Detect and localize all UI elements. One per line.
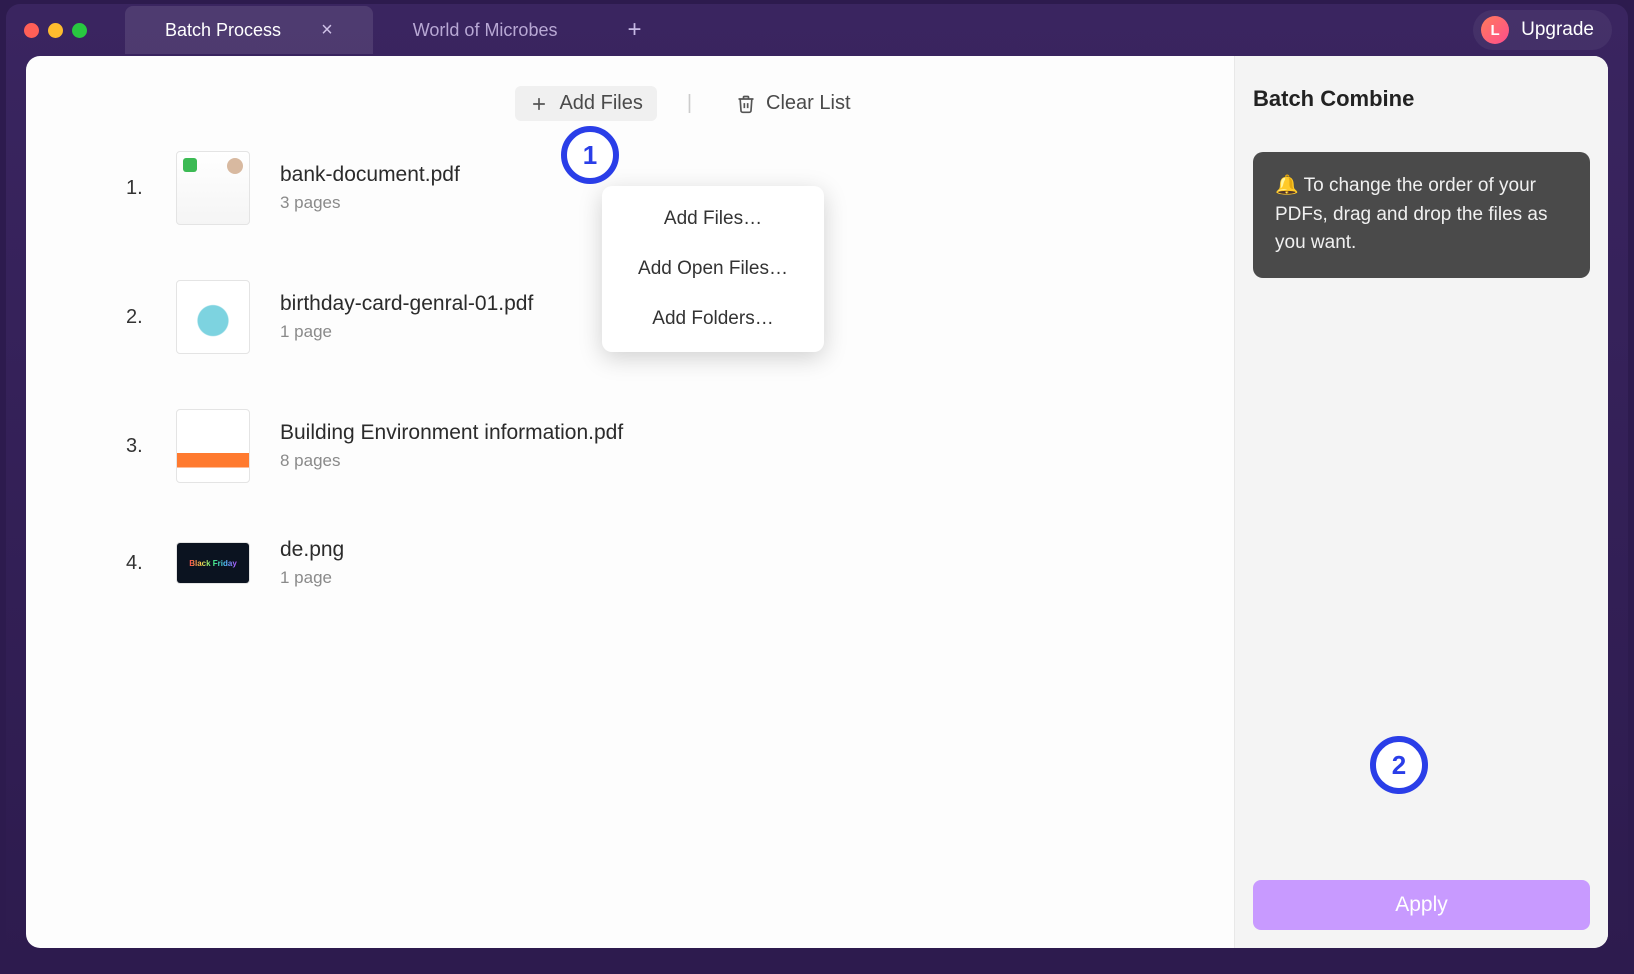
window-controls (24, 23, 87, 38)
tab-label: World of Microbes (413, 20, 558, 41)
dropdown-add-open-files[interactable]: Add Open Files… (602, 244, 824, 294)
clear-list-label: Clear List (766, 92, 850, 115)
add-files-dropdown: Add Files… Add Open Files… Add Folders… (602, 186, 824, 352)
app-window: Batch Process × World of Microbes + L Up… (6, 4, 1628, 968)
toolbar: Add Files | Clear List (66, 86, 1194, 121)
main-panel: Add Files | Clear List 1. bank-document.… (26, 56, 1234, 948)
tip-box: 🔔 To change the order of your PDFs, drag… (1253, 152, 1590, 278)
dropdown-add-files[interactable]: Add Files… (602, 194, 824, 244)
file-thumbnail (176, 151, 250, 225)
trash-icon (736, 94, 756, 114)
file-thumbnail (176, 280, 250, 354)
file-pages: 8 pages (280, 451, 623, 471)
plus-icon (529, 94, 549, 114)
toolbar-divider: | (687, 92, 692, 115)
avatar: L (1481, 16, 1509, 44)
clear-list-button[interactable]: Clear List (722, 86, 864, 121)
fullscreen-window-button[interactable] (72, 23, 87, 38)
file-name: de.png (280, 538, 344, 562)
file-pages: 1 page (280, 568, 344, 588)
annotation-badge-1: 1 (561, 126, 619, 184)
annotation-number: 2 (1392, 750, 1406, 781)
list-item[interactable]: 4. Black Friday de.png 1 page (126, 538, 1154, 588)
file-thumbnail (176, 409, 250, 483)
dropdown-add-folders[interactable]: Add Folders… (602, 294, 824, 344)
tab-label: Batch Process (165, 20, 281, 41)
file-index: 2. (126, 306, 146, 329)
file-name: birthday-card-genral-01.pdf (280, 292, 533, 316)
add-files-button[interactable]: Add Files (515, 86, 656, 121)
tab-world-of-microbes[interactable]: World of Microbes (373, 6, 598, 54)
content-area: Add Files | Clear List 1. bank-document.… (26, 56, 1608, 948)
titlebar: Batch Process × World of Microbes + L Up… (6, 4, 1628, 56)
tab-batch-process[interactable]: Batch Process × (125, 6, 373, 54)
file-thumbnail: Black Friday (176, 542, 250, 584)
file-name: Building Environment information.pdf (280, 421, 623, 445)
panel-title: Batch Combine (1253, 86, 1590, 112)
new-tab-button[interactable]: + (597, 6, 671, 54)
file-name: bank-document.pdf (280, 163, 460, 187)
avatar-letter: L (1491, 22, 1500, 39)
file-index: 4. (126, 552, 146, 575)
apply-button[interactable]: Apply (1253, 880, 1590, 930)
upgrade-button[interactable]: L Upgrade (1473, 10, 1612, 50)
minimize-window-button[interactable] (48, 23, 63, 38)
upgrade-label: Upgrade (1521, 19, 1594, 41)
add-files-label: Add Files (559, 92, 642, 115)
file-index: 3. (126, 435, 146, 458)
apply-label: Apply (1395, 893, 1448, 916)
close-icon[interactable]: × (321, 19, 333, 42)
annotation-number: 1 (583, 140, 597, 171)
annotation-badge-2: 2 (1370, 736, 1428, 794)
close-window-button[interactable] (24, 23, 39, 38)
side-panel: Batch Combine 🔔 To change the order of y… (1234, 56, 1608, 948)
file-index: 1. (126, 177, 146, 200)
tip-text: 🔔 To change the order of your PDFs, drag… (1275, 175, 1547, 253)
file-pages: 1 page (280, 322, 533, 342)
list-item[interactable]: 3. Building Environment information.pdf … (126, 409, 1154, 483)
tab-strip: Batch Process × World of Microbes + (125, 6, 671, 54)
file-pages: 3 pages (280, 193, 460, 213)
